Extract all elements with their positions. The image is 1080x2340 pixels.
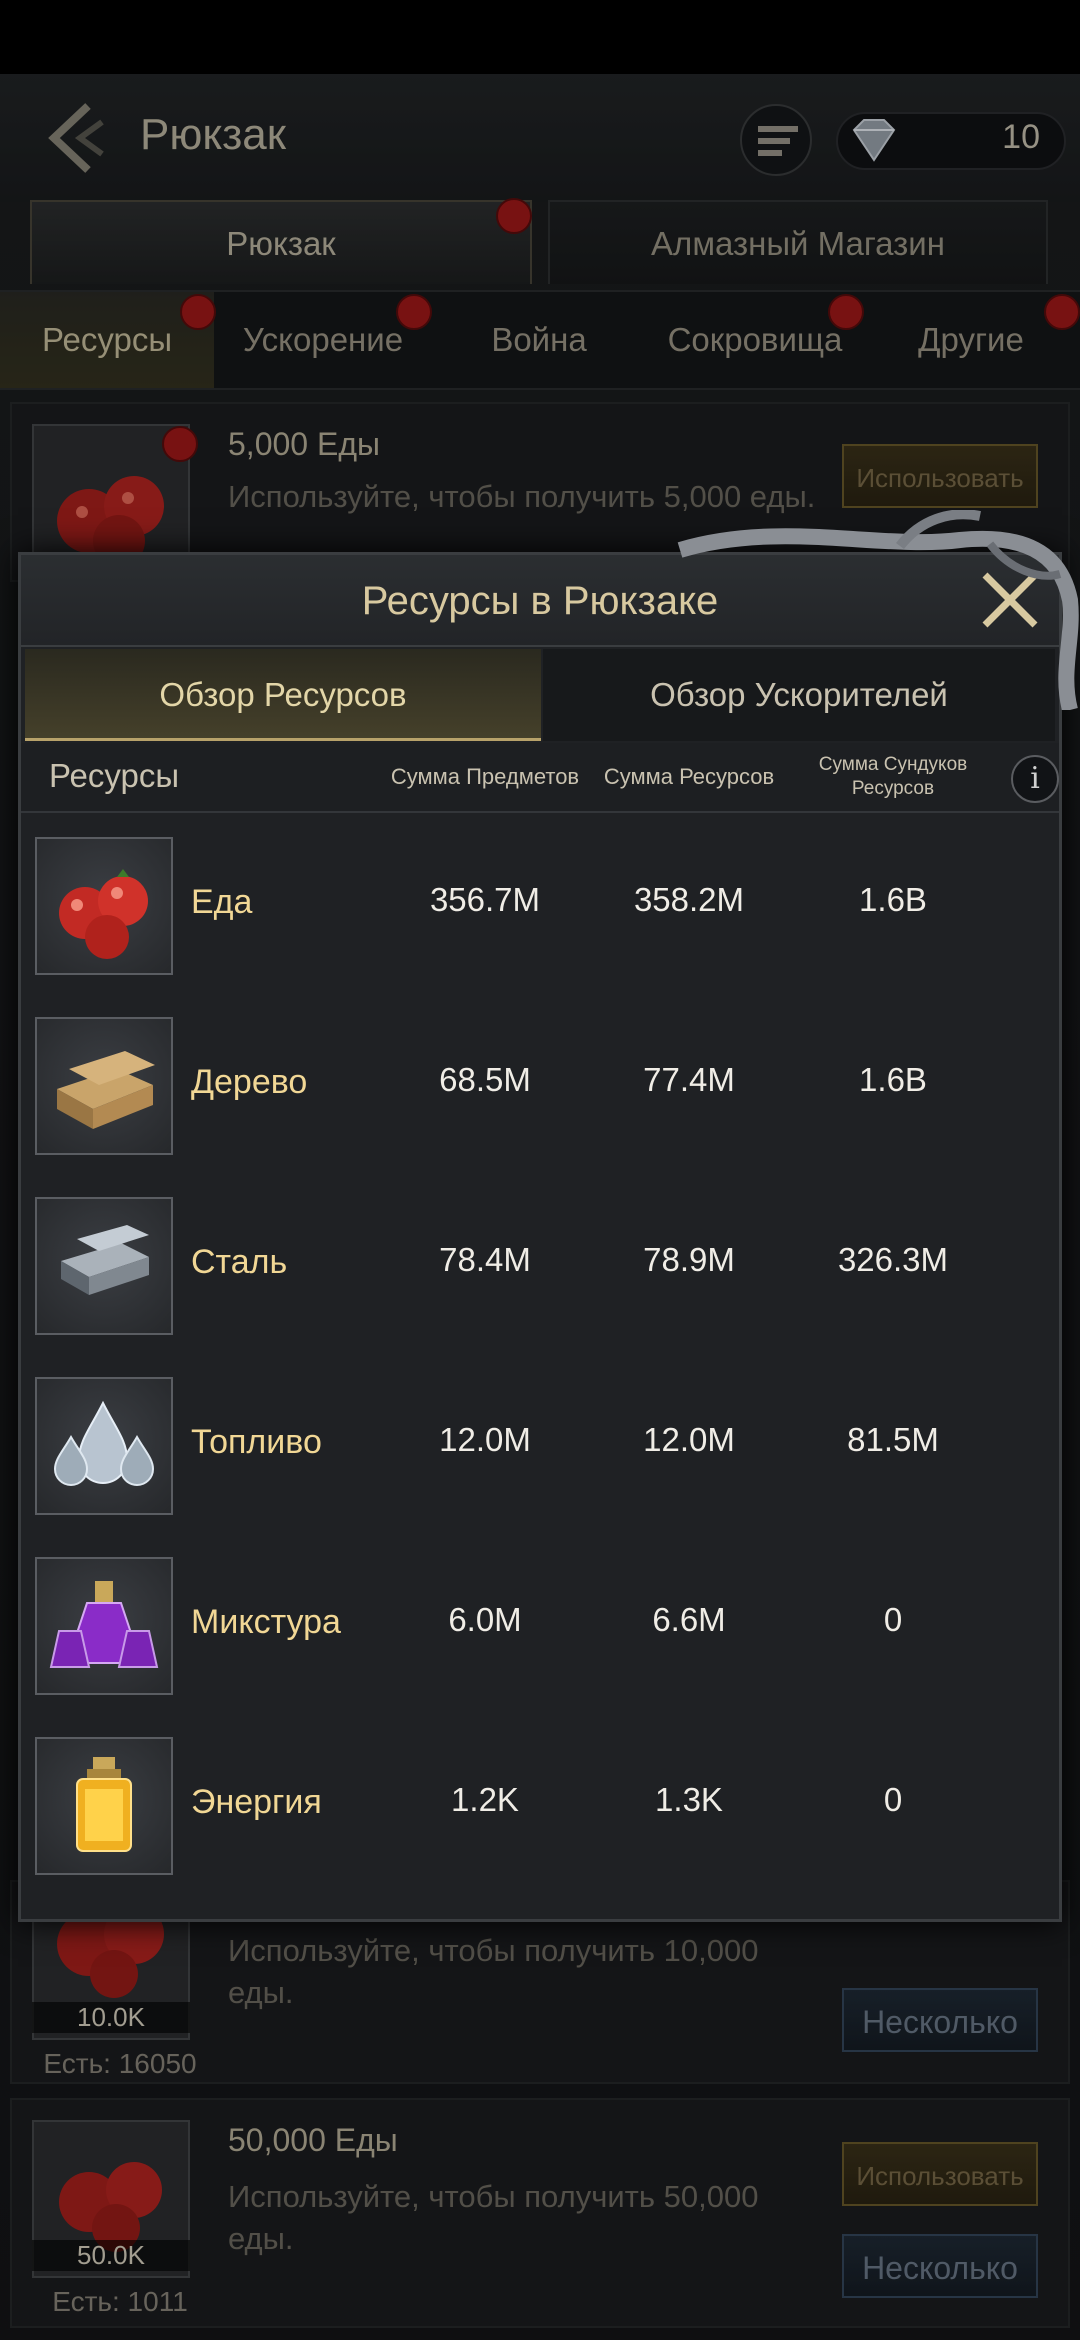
tab-resources-overview[interactable]: Обзор Ресурсов [25,649,541,741]
resource-name: Еда [191,883,253,921]
table-row: Энергия 1.2K 1.3K 0 [21,1715,1059,1895]
resource-name: Энергия [191,1783,322,1821]
items-sum-value: 6.0M [448,1601,522,1638]
table-header: Ресурсы Сумма Предметов Сумма Ресурсов С… [21,743,1059,813]
column-header-chests-sum: Сумма Сундуков Ресурсов [818,754,968,799]
chests-sum-value: 326.3M [837,1241,949,1278]
chests-sum-value: 1.6B [859,1061,927,1098]
chests-sum-value: 0 [883,1601,903,1638]
resources-sum-value: 12.0M [643,1421,735,1458]
column-header-items-sum: Сумма Предметов [390,764,580,789]
chests-sum-value: 81.5M [847,1421,939,1458]
info-icon[interactable]: i [1011,755,1059,803]
resources-sum-value: 77.4M [643,1061,735,1098]
status-bar [0,0,1080,74]
steel-icon [35,1197,173,1335]
items-sum-value: 1.2K [451,1781,519,1818]
table-row: Микстура 6.0M 6.6M 0 [21,1535,1059,1715]
resources-sum-value: 1.3K [655,1781,723,1818]
column-header-resource: Ресурсы [49,757,180,794]
energy-lantern-icon [35,1737,173,1875]
resource-name: Дерево [191,1063,308,1101]
items-sum-value: 12.0M [439,1421,531,1458]
potion-icon [35,1557,173,1695]
chests-sum-value: 0 [883,1781,903,1818]
resource-name: Микстура [191,1603,341,1641]
table-row: Сталь 78.4M 78.9M 326.3M [21,1175,1059,1355]
resource-name: Сталь [191,1243,288,1281]
column-header-resources-sum: Сумма Ресурсов [603,764,775,789]
resources-modal: Ресурсы в Рюкзаке Обзор Ресурсов Обзор У… [18,552,1062,1922]
table-row: Еда 356.7M 358.2M 1.6B [21,815,1059,995]
table-row: Топливо 12.0M 12.0M 81.5M [21,1355,1059,1535]
items-sum-value: 356.7M [429,881,541,918]
resources-sum-value: 78.9M [643,1241,735,1278]
tomato-icon [35,837,173,975]
resource-name: Топливо [191,1423,322,1461]
items-sum-value: 78.4M [439,1241,531,1278]
branch-decoration-icon [677,510,1079,710]
items-sum-value: 68.5M [439,1061,531,1098]
table-row: Дерево 68.5M 77.4M 1.6B [21,995,1059,1175]
wood-icon [35,1017,173,1155]
resources-sum-value: 6.6M [652,1601,726,1638]
resources-sum-value: 358.2M [633,881,745,918]
chests-sum-value: 1.6B [859,881,927,918]
fuel-drops-icon [35,1377,173,1515]
